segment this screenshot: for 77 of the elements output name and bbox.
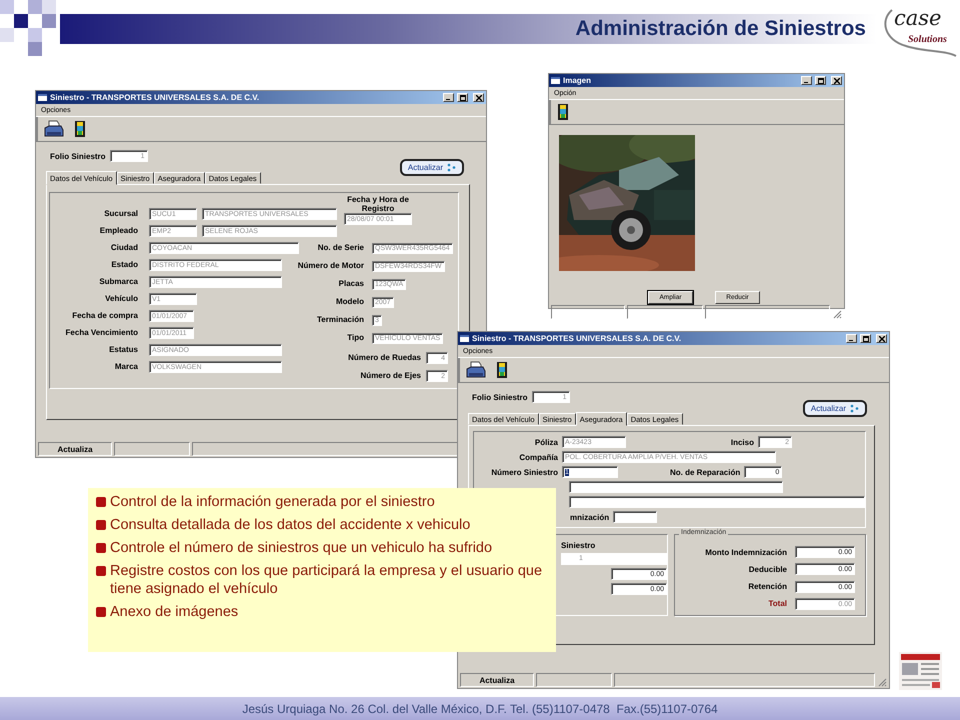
bullet-icon	[96, 607, 106, 617]
door-icon[interactable]	[74, 120, 86, 138]
door-icon[interactable]	[557, 103, 569, 121]
maximize-button[interactable]	[457, 93, 468, 102]
field-label: Fecha de compra	[71, 311, 138, 320]
field-label: Inciso	[730, 438, 754, 446]
minimize-button[interactable]	[443, 93, 454, 102]
field-label: Estatus	[108, 345, 138, 354]
printer-icon[interactable]	[44, 120, 64, 138]
window-title: Imagen	[563, 76, 592, 85]
maximize-button[interactable]	[815, 76, 826, 85]
window-title: Siniestro - TRANSPORTES UNIVERSALES S.A. DE C.V.	[472, 334, 682, 343]
field-label: Sucursal	[103, 209, 138, 218]
field-label: Retención	[748, 582, 787, 592]
field-label: Vehículo	[104, 294, 138, 303]
refresh-button[interactable]: Actualizar	[802, 400, 867, 417]
field-label: Número de Ejes	[360, 371, 421, 380]
bullet-text: Registre costos con los que participará la empresa y el usuario que tiene asignado el vehículo	[110, 562, 544, 598]
window-icon	[38, 94, 47, 101]
resize-grip-icon[interactable]	[877, 677, 887, 687]
field-label: Fecha Vencimiento	[64, 328, 138, 337]
bullet-icon	[96, 543, 106, 553]
field-label: No. de Serie	[318, 243, 364, 252]
text-field[interactable]	[569, 481, 783, 493]
column-header: Siniestro	[561, 541, 596, 550]
field-label: Total	[768, 599, 787, 608]
field-label: Terminación	[317, 315, 364, 324]
bullet-text: Control de la información generada por el siniestro	[110, 493, 435, 511]
field-label: Estado	[110, 260, 138, 269]
maximize-button[interactable]	[860, 334, 871, 343]
refresh-button[interactable]: Actualizar	[400, 159, 464, 176]
text-field[interactable]	[613, 511, 658, 523]
bullet-text: Consulta detallada de los datos del accidente x vehiculo	[110, 516, 470, 534]
printer-icon[interactable]	[466, 361, 486, 379]
field-label: Compañía	[518, 452, 558, 462]
dots-icon	[447, 163, 456, 172]
status-panel: Actualiza	[38, 442, 112, 456]
resize-grip-icon[interactable]	[832, 309, 842, 319]
field-label: Marca	[114, 362, 138, 371]
bullet-icon	[96, 497, 106, 507]
bullet-text: Anexo de imágenes	[110, 603, 238, 621]
door-icon[interactable]	[496, 361, 508, 379]
field-label: Placas	[338, 279, 364, 288]
field-label: Tipo	[347, 333, 364, 342]
minimize-button[interactable]	[801, 76, 812, 85]
field-label: Número Siniestro	[490, 468, 558, 476]
slide-title: Administración de Siniestros	[575, 17, 866, 41]
text-field[interactable]	[569, 496, 865, 508]
field-label: Ciudad	[110, 243, 138, 252]
window-icon	[460, 335, 469, 342]
field-label: Número de Motor	[298, 261, 364, 270]
status-panel: Actualiza	[460, 673, 534, 687]
field-label: Póliza	[534, 438, 558, 446]
field-label: mnización	[570, 512, 610, 522]
field-label: Fecha y Hora de Registro	[347, 195, 409, 213]
close-button[interactable]	[831, 76, 842, 85]
close-button[interactable]	[876, 334, 887, 343]
field-label: No. de Reparación	[670, 468, 740, 476]
field-label: Folio Siniestro	[472, 392, 528, 402]
window-icon	[551, 77, 560, 84]
field-label: Número de Ruedas	[348, 353, 421, 362]
field-label: Deducible	[748, 564, 787, 574]
bullet-text: Controle el número de siniestros que un vehiculo ha sufrido	[110, 539, 492, 557]
dots-icon	[850, 404, 859, 413]
logo-word: case	[894, 6, 942, 30]
field-label: Submarca	[98, 277, 138, 286]
field-label: Monto Indemnización	[705, 548, 787, 557]
window-title: Siniestro - TRANSPORTES UNIVERSALES S.A. DE C.V.	[50, 93, 260, 102]
field-label: Folio Siniestro	[50, 152, 106, 160]
footer-text: Jesús Urquiaga No. 26 Col. del Valle México, D.F. Tel. (55)1107-0478 Fax.(55)1107-0764	[242, 702, 718, 716]
bullet-icon	[96, 520, 106, 530]
close-button[interactable]	[473, 93, 484, 102]
bullet-icon	[96, 566, 106, 576]
minimize-button[interactable]	[846, 334, 857, 343]
field-label: Modelo	[336, 297, 364, 306]
logo-tagline: Solutions	[908, 34, 947, 45]
field-label: Empleado	[98, 226, 138, 235]
